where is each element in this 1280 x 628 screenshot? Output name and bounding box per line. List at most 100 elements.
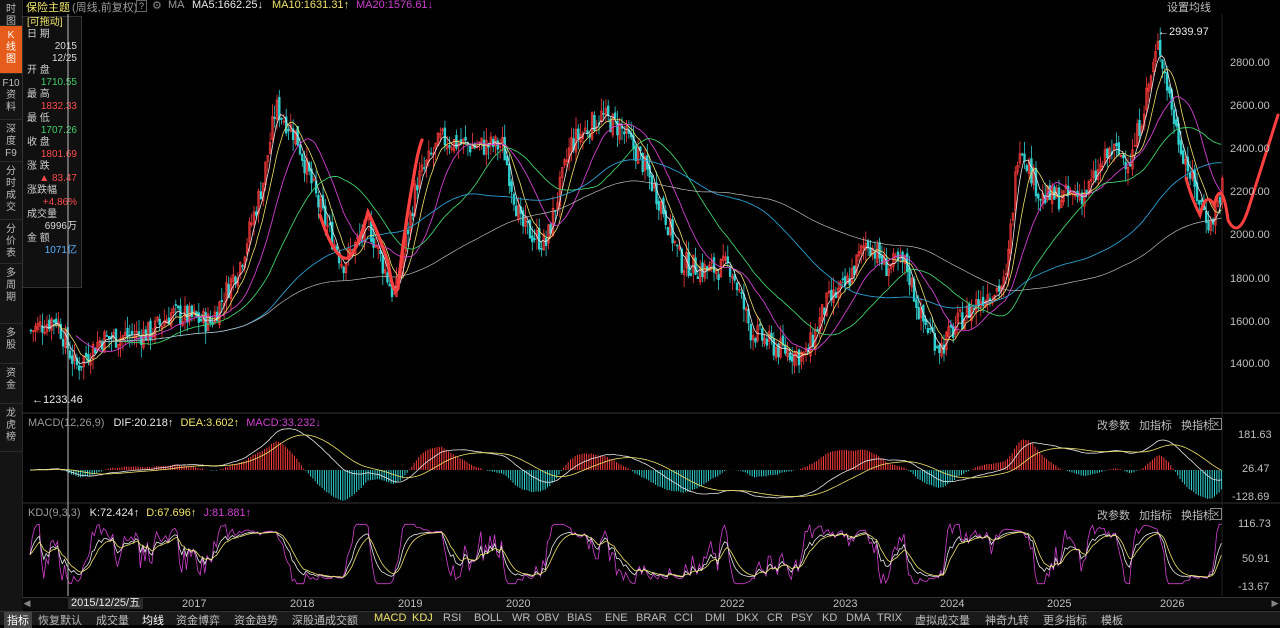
candle-body xyxy=(717,274,720,281)
indicator-tab[interactable]: DKX xyxy=(736,612,759,624)
candle-body xyxy=(429,152,433,155)
indicator-tab[interactable]: 成交量 xyxy=(96,612,129,628)
indicator-tab[interactable]: BOLL xyxy=(474,612,502,624)
candle-body xyxy=(938,344,941,353)
candle-body xyxy=(788,352,792,361)
year-tick: 2024 xyxy=(940,598,965,610)
candle-body xyxy=(533,238,536,240)
indicator-tab[interactable]: RSI xyxy=(443,612,461,624)
d-line xyxy=(29,531,1222,578)
indicator-tab[interactable]: PSY xyxy=(791,612,813,624)
indicator-tab[interactable]: 虚拟成交量 xyxy=(915,612,970,628)
kdj-tick-bottom: -13.67 xyxy=(1238,581,1270,593)
candle-body xyxy=(52,319,56,323)
kline-chart[interactable] xyxy=(0,0,1280,612)
kdj-add-indicator-button[interactable]: 加指标 xyxy=(1139,510,1172,522)
indicator-tab[interactable]: 均线 xyxy=(142,612,164,628)
year-tick: 2018 xyxy=(290,598,315,610)
indicator-tab[interactable]: KDJ xyxy=(412,612,433,624)
price-tick: 2800.00 xyxy=(1230,57,1270,69)
low-marker: ←1233.46 xyxy=(32,394,83,406)
candle-body xyxy=(772,338,776,356)
candle-body xyxy=(1198,200,1201,205)
candle-body xyxy=(689,273,693,276)
candle-body xyxy=(740,292,743,294)
candle-body xyxy=(388,283,391,287)
candle-body xyxy=(482,139,486,155)
indicator-tab[interactable]: ENE xyxy=(605,612,628,624)
indicator-tab[interactable]: 资金博弈 xyxy=(176,612,220,628)
kdj-name[interactable]: KDJ(9,3,3) xyxy=(28,507,81,519)
indicator-tab[interactable]: WR xyxy=(512,612,530,624)
indicator-tab[interactable]: BIAS xyxy=(567,612,592,624)
candle-body xyxy=(602,113,605,115)
macd-edit-params-button[interactable]: 改参数 xyxy=(1097,420,1130,432)
candle-body xyxy=(301,153,304,161)
candle-body xyxy=(735,282,739,291)
kdj-actions: 改参数 加指标 换指标 xyxy=(1097,507,1214,523)
candle-body xyxy=(1172,109,1176,124)
candle-body xyxy=(280,118,283,120)
candle-body xyxy=(1179,140,1183,155)
kdj-edit-params-button[interactable]: 改参数 xyxy=(1097,510,1130,522)
indicator-tab[interactable]: 深股通成交额 xyxy=(292,612,358,628)
indicator-tab[interactable]: 更多指标 xyxy=(1043,612,1087,628)
candle-body xyxy=(726,256,730,264)
indicator-tab[interactable]: KD xyxy=(822,612,837,624)
candle-body xyxy=(386,272,389,283)
indicator-tab[interactable]: CCI xyxy=(674,612,693,624)
arrow-up-icon: ↑ xyxy=(190,507,197,519)
candle-body xyxy=(78,365,81,371)
candle-body xyxy=(190,305,194,317)
year-tick: 2022 xyxy=(720,598,745,610)
candle-body xyxy=(179,305,182,325)
indicator-tab[interactable]: 神奇九转 xyxy=(985,612,1029,628)
candle-body xyxy=(468,145,472,153)
dea-value: DEA:3.602↑ xyxy=(180,417,240,429)
price-tick: 2600.00 xyxy=(1230,100,1270,112)
candle-body xyxy=(1030,158,1033,184)
candle-body xyxy=(71,355,74,364)
candle-body xyxy=(765,338,769,346)
candle-body xyxy=(137,331,141,335)
candle-body xyxy=(784,344,787,354)
macd-add-indicator-button[interactable]: 加指标 xyxy=(1139,420,1172,432)
indicator-tab[interactable]: BRAR xyxy=(636,612,667,624)
year-tick: 2026 xyxy=(1160,598,1185,610)
indicator-tab[interactable]: DMA xyxy=(846,612,870,624)
candle-body xyxy=(915,299,918,308)
indicator-tab[interactable]: 模板 xyxy=(1101,612,1123,628)
kdj-close-icon[interactable]: ✕ xyxy=(1210,508,1222,520)
indicator-tab[interactable]: TRIX xyxy=(877,612,902,624)
price-tick: 1600.00 xyxy=(1230,316,1270,328)
candle-body xyxy=(623,131,626,135)
macd-close-icon[interactable]: ✕ xyxy=(1210,418,1222,430)
candle-body xyxy=(107,335,111,339)
candle-body xyxy=(241,265,244,267)
price-tick: 2400.00 xyxy=(1230,143,1270,155)
candle-body xyxy=(372,238,375,248)
macd-name[interactable]: MACD(12,26,9) xyxy=(28,417,104,429)
candle-body xyxy=(126,327,129,338)
candle-body xyxy=(61,338,65,347)
indicator-tab[interactable]: 恢复默认 xyxy=(38,612,82,628)
candle-body xyxy=(712,257,716,273)
indicator-tab[interactable]: CR xyxy=(767,612,783,624)
candle-body xyxy=(199,318,203,322)
candle-body xyxy=(1138,120,1141,136)
indicator-tab[interactable]: OBV xyxy=(536,612,559,624)
indicator-tab[interactable]: DMI xyxy=(705,612,725,624)
candle-body xyxy=(1025,164,1029,172)
candle-body xyxy=(1163,71,1167,74)
candle-body xyxy=(448,145,451,148)
candle-body xyxy=(935,346,939,349)
indicator-tab[interactable]: 资金趋势 xyxy=(234,612,278,628)
candle-body xyxy=(174,304,177,306)
candle-body xyxy=(68,350,72,359)
candle-body xyxy=(317,194,320,208)
year-tick: 2025 xyxy=(1047,598,1072,610)
candle-body xyxy=(926,328,930,333)
indicator-tab[interactable]: 指标 xyxy=(4,612,32,628)
candle-body xyxy=(411,213,414,216)
indicator-tab[interactable]: MACD xyxy=(374,612,406,624)
